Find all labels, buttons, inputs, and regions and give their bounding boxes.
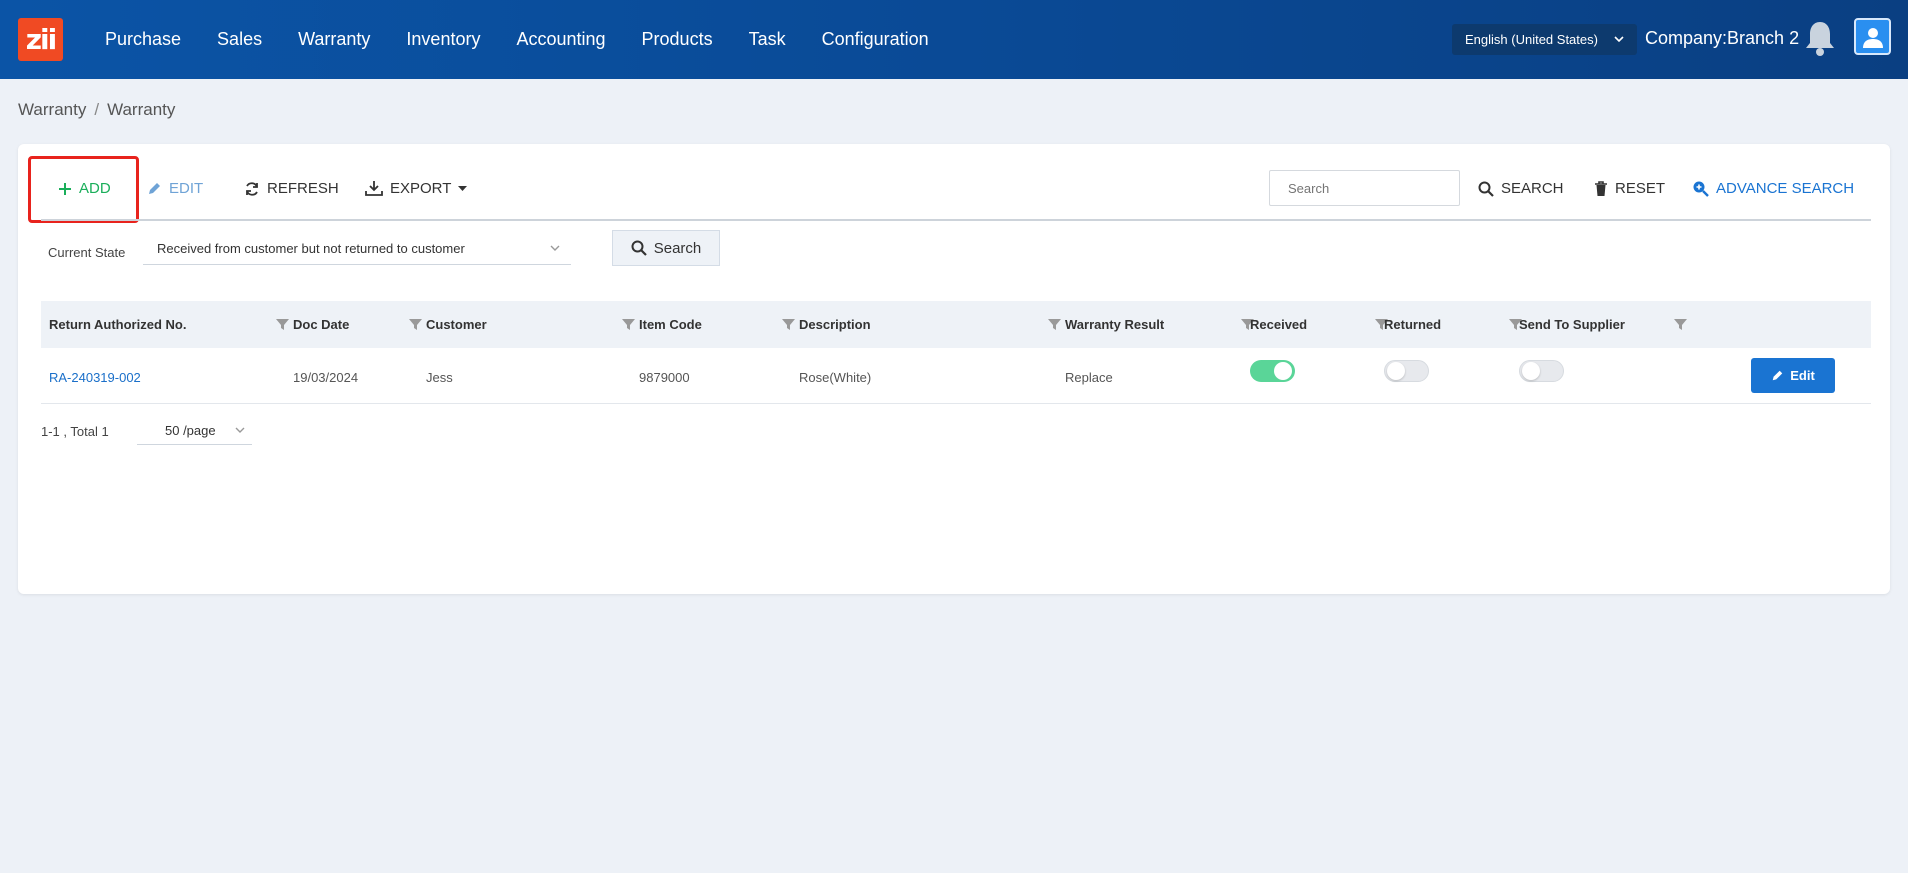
toggle-knob — [1274, 362, 1292, 380]
filter-icon[interactable] — [276, 318, 289, 331]
chevron-down-icon — [1614, 36, 1624, 43]
customer-cell: Jess — [426, 370, 453, 385]
nav-item-purchase[interactable]: Purchase — [105, 29, 181, 50]
filter-icon[interactable] — [1048, 318, 1061, 331]
returned-toggle[interactable] — [1384, 360, 1429, 382]
toggle-knob — [1522, 362, 1540, 380]
column-header-received[interactable]: Received — [1250, 317, 1307, 332]
trash-icon — [1595, 180, 1607, 196]
breadcrumb-item-current: Warranty — [107, 100, 176, 119]
column-header-customer[interactable]: Customer — [426, 317, 487, 332]
column-header-item-code[interactable]: Item Code — [639, 317, 702, 332]
main-nav: Purchase Sales Warranty Inventory Accoun… — [105, 0, 965, 79]
language-select[interactable]: English (United States) — [1452, 24, 1637, 55]
app-logo[interactable]: zii — [18, 18, 63, 61]
column-header-returned[interactable]: Returned — [1384, 317, 1441, 332]
export-button[interactable]: EXPORT — [365, 180, 468, 197]
export-label: EXPORT — [390, 180, 452, 197]
current-state-select[interactable]: Received from customer but not returned … — [143, 233, 571, 265]
refresh-label: REFRESH — [267, 180, 339, 197]
warranty-result-cell: Replace — [1065, 370, 1113, 385]
refresh-icon — [246, 181, 258, 196]
edit-label: EDIT — [169, 180, 204, 197]
state-search-label: Search — [653, 239, 702, 257]
chevron-down-icon — [550, 245, 560, 251]
nav-item-configuration[interactable]: Configuration — [822, 29, 929, 50]
breadcrumb-item-warranty[interactable]: Warranty — [18, 100, 86, 119]
doc-date-cell: 19/03/2024 — [293, 370, 359, 385]
top-navbar: zii Purchase Sales Warranty Inventory Ac… — [0, 0, 1908, 79]
send-to-supplier-toggle[interactable] — [1519, 360, 1564, 382]
search-input[interactable] — [1269, 170, 1460, 206]
nav-item-accounting[interactable]: Accounting — [516, 29, 605, 50]
description-cell: Rose(White) — [799, 370, 872, 385]
search-button[interactable]: SEARCH — [1478, 180, 1564, 197]
nav-item-sales[interactable]: Sales — [217, 29, 262, 50]
pencil-icon — [149, 183, 160, 194]
user-icon — [1862, 27, 1883, 48]
column-header-doc-date[interactable]: Doc Date — [293, 317, 349, 332]
advance-search-button[interactable]: ADVANCE SEARCH — [1692, 180, 1854, 197]
column-header-return-no[interactable]: Return Authorized No. — [49, 317, 186, 332]
pagination-info: 1-1 , Total 1 — [41, 424, 109, 439]
nav-item-products[interactable]: Products — [642, 29, 713, 50]
refresh-button[interactable]: REFRESH — [244, 180, 339, 197]
caret-down-icon — [458, 185, 468, 191]
reset-label: RESET — [1615, 180, 1666, 197]
download-icon — [365, 181, 383, 196]
breadcrumb: Warranty / Warranty — [18, 100, 175, 120]
page-size-value: 50 /page — [165, 423, 216, 438]
plus-icon — [59, 182, 71, 195]
filter-icon[interactable] — [409, 318, 422, 331]
nav-item-task[interactable]: Task — [749, 29, 786, 50]
column-header-send-to-supplier[interactable]: Send To Supplier — [1519, 317, 1625, 332]
nav-item-inventory[interactable]: Inventory — [406, 29, 480, 50]
search-plus-icon — [1693, 181, 1709, 197]
item-code-cell: 9879000 — [639, 370, 690, 385]
toolbar-divider — [41, 219, 1871, 221]
received-toggle[interactable] — [1250, 360, 1295, 382]
toggle-knob — [1387, 362, 1405, 380]
search-icon — [1478, 181, 1494, 197]
filter-icon[interactable] — [782, 318, 795, 331]
pencil-icon — [1772, 370, 1783, 381]
state-search-button[interactable]: Search — [612, 230, 720, 266]
bell-icon[interactable] — [1803, 19, 1837, 62]
advance-search-label: ADVANCE SEARCH — [1716, 180, 1855, 197]
page-size-select[interactable]: 50 /page — [137, 413, 252, 445]
row-edit-label: Edit — [1790, 368, 1815, 383]
nav-item-warranty[interactable]: Warranty — [298, 29, 370, 50]
current-state-value: Received from customer but not returned … — [157, 241, 465, 256]
search-icon — [631, 240, 647, 256]
breadcrumb-separator: / — [94, 100, 100, 119]
edit-button[interactable]: EDIT — [147, 180, 203, 197]
table-header: Return Authorized No. Doc Date Customer … — [41, 301, 1871, 348]
language-value: English (United States) — [1465, 32, 1598, 47]
current-state-label: Current State — [48, 245, 126, 260]
chevron-down-icon — [235, 427, 245, 433]
column-header-warranty-result[interactable]: Warranty Result — [1065, 317, 1164, 332]
company-label[interactable]: Company:Branch 2 — [1645, 28, 1799, 49]
user-avatar[interactable] — [1854, 18, 1891, 55]
column-header-description[interactable]: Description — [799, 317, 871, 332]
filter-icon[interactable] — [622, 318, 635, 331]
filter-icon[interactable] — [1674, 318, 1687, 331]
row-edit-button[interactable]: Edit — [1751, 358, 1835, 393]
warranty-card: ADD EDIT REFRESH EXPORT SEARCH RESET ADV… — [18, 144, 1890, 594]
add-label: ADD — [79, 180, 111, 197]
return-no-link[interactable]: RA-240319-002 — [49, 370, 141, 385]
table-row[interactable]: RA-240319-002 19/03/2024 Jess 9879000 Ro… — [41, 350, 1871, 404]
add-button[interactable]: ADD — [58, 180, 111, 197]
reset-button[interactable]: RESET — [1594, 180, 1665, 197]
search-label: SEARCH — [1501, 180, 1564, 197]
